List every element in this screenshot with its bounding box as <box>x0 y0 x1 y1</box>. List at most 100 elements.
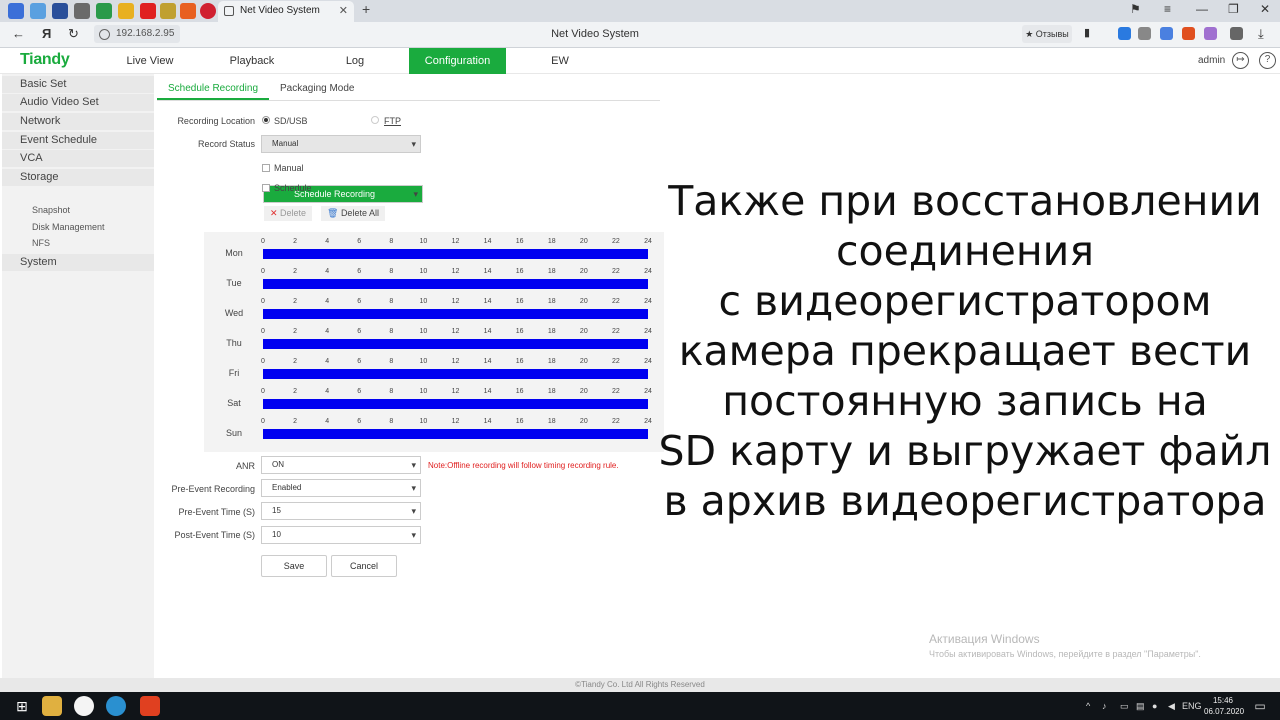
sidebar-item-storage[interactable]: Storage <box>2 169 154 186</box>
save-button[interactable]: Save <box>261 555 327 577</box>
delete-button[interactable]: ✕ Delete <box>264 206 313 221</box>
pinned-tab-icon[interactable] <box>180 3 196 19</box>
hour-tick-label: 22 <box>612 418 620 425</box>
sidebar-item-nfs[interactable]: NFS <box>2 235 154 252</box>
nav-ew[interactable]: EW <box>520 48 600 74</box>
nav-log[interactable]: Log <box>315 48 395 74</box>
pre-event-recording-label: Pre-Event Recording <box>171 484 255 494</box>
microphone-icon[interactable]: ♪ <box>1102 701 1107 711</box>
yandex-browser-icon[interactable] <box>74 696 94 716</box>
reviews-button[interactable]: ★ Отзывы <box>1022 25 1072 43</box>
pinned-tab-icon[interactable] <box>8 3 24 19</box>
pre-event-recording-select[interactable]: Enabled <box>261 479 421 497</box>
pinned-tab-icon[interactable] <box>74 3 90 19</box>
sidebar-item-system[interactable]: System <box>2 254 154 271</box>
recording-bar[interactable] <box>263 399 648 409</box>
recording-bar[interactable] <box>263 429 648 439</box>
extension-icon[interactable] <box>1204 27 1217 40</box>
extension-icon[interactable] <box>1230 27 1243 40</box>
pinned-tab-icon[interactable] <box>30 3 46 19</box>
ftp-label: FTP <box>384 116 401 126</box>
extension-shield-icon[interactable] <box>1118 27 1131 40</box>
hour-tick-label: 8 <box>389 358 394 365</box>
hour-tick-label: 22 <box>612 298 620 305</box>
language-indicator[interactable]: ENG <box>1182 701 1202 711</box>
hour-tick-label: 8 <box>389 298 394 305</box>
new-tab-button[interactable]: + <box>362 1 370 17</box>
nav-configuration[interactable]: Configuration <box>409 48 506 74</box>
recording-bar[interactable] <box>263 369 648 379</box>
help-icon[interactable]: ? <box>1259 52 1276 69</box>
sidebar-item-vca[interactable]: VCA <box>2 150 154 167</box>
notifications-icon[interactable]: ▭ <box>1252 696 1268 716</box>
taskbar-clock[interactable]: 15:46 06.07.2020 <box>1204 695 1244 717</box>
extension-icon[interactable] <box>1182 27 1195 40</box>
app-icon[interactable] <box>106 696 126 716</box>
hour-tick-label: 0 <box>261 268 265 275</box>
cancel-button[interactable]: Cancel <box>331 555 397 577</box>
recorder-app-icon[interactable] <box>140 696 160 716</box>
translate-icon[interactable] <box>1160 27 1173 40</box>
sidebar-item-audio-video-set[interactable]: Audio Video Set <box>2 94 154 111</box>
logout-icon[interactable]: ↦ <box>1232 52 1249 69</box>
sidebar-item-network[interactable]: Network <box>2 113 154 130</box>
ftp-radio[interactable] <box>371 116 379 124</box>
day-label: Thu <box>226 338 242 348</box>
page-title: Net Video System <box>551 28 639 40</box>
tray-chevron-icon[interactable]: ^ <box>1086 701 1090 711</box>
minimize-icon[interactable]: — <box>1196 2 1208 16</box>
downloads-icon[interactable]: ⤓ <box>1258 26 1264 42</box>
recording-bar[interactable] <box>263 339 648 349</box>
pinned-tab-icon[interactable] <box>118 3 134 19</box>
hour-tick-label: 12 <box>451 418 460 425</box>
post-event-time-select[interactable]: 10 <box>261 526 421 544</box>
sidebar-item-basic-set[interactable]: Basic Set <box>2 76 154 93</box>
schedule-label: Schedule <box>274 183 312 193</box>
hour-tick-label: 16 <box>515 418 524 425</box>
tray-app-icon[interactable]: ▭ <box>1120 701 1129 712</box>
pinned-tab-icon[interactable] <box>140 3 156 19</box>
schedule-checkbox[interactable] <box>262 184 270 192</box>
pinned-tab-icon[interactable] <box>160 3 176 19</box>
hour-tick-label: 6 <box>357 358 362 365</box>
anr-select[interactable]: ON <box>261 456 421 474</box>
windows-start-icon[interactable]: ⊞ <box>12 696 32 716</box>
network-icon[interactable]: ▤ <box>1136 701 1145 712</box>
day-label: Sat <box>227 398 241 408</box>
day-label: Fri <box>228 368 240 378</box>
sidebar-item-snapshot[interactable]: Snapshot <box>2 202 154 219</box>
sd-usb-radio[interactable] <box>262 116 270 124</box>
post-event-time-label: Post-Event Time (S) <box>174 530 255 540</box>
file-explorer-icon[interactable] <box>42 696 62 716</box>
recording-bar[interactable] <box>263 279 648 289</box>
sidebar-item-disk-management[interactable]: Disk Management <box>2 219 154 236</box>
nav-live-view[interactable]: Live View <box>110 48 190 74</box>
close-window-icon[interactable]: ✕ <box>1260 2 1270 16</box>
pinned-tab-icon[interactable] <box>52 3 68 19</box>
pinned-tab-icon[interactable] <box>96 3 112 19</box>
tab-packaging-mode[interactable]: Packaging Mode <box>280 82 355 100</box>
sidebar-item-event-schedule[interactable]: Event Schedule <box>2 132 154 149</box>
pinned-tab-icon[interactable] <box>200 3 216 19</box>
bookmark-page-icon[interactable]: ▮ <box>1084 26 1090 39</box>
close-tab-icon[interactable]: ✕ <box>339 1 348 21</box>
tray-app-icon[interactable]: ● <box>1152 701 1157 711</box>
restore-icon[interactable]: ❐ <box>1228 2 1239 16</box>
record-status-select[interactable]: Manual <box>261 135 421 153</box>
volume-icon[interactable]: ◀ <box>1168 701 1175 712</box>
browser-tab-active[interactable]: Net Video System ✕ <box>218 1 354 22</box>
extension-icon[interactable] <box>1138 27 1151 40</box>
manual-checkbox[interactable] <box>262 164 270 172</box>
pre-event-time-select[interactable]: 15 <box>261 502 421 520</box>
delete-all-button[interactable]: 🗑︎ Delete All <box>321 206 385 221</box>
hour-tick-label: 2 <box>293 268 298 275</box>
hour-tick-label: 22 <box>612 328 620 335</box>
address-bar: ← Я ↻ 192.168.2.95 Net Video System ★ От… <box>0 22 1280 48</box>
nav-playback[interactable]: Playback <box>212 48 292 74</box>
bookmark-icon[interactable]: ⚑ <box>1130 2 1141 16</box>
recording-bar[interactable] <box>263 249 648 259</box>
menu-icon[interactable]: ≡ <box>1164 2 1171 16</box>
hour-tick-label: 8 <box>389 388 394 395</box>
tab-schedule-recording[interactable]: Schedule Recording <box>157 82 269 100</box>
recording-bar[interactable] <box>263 309 648 319</box>
